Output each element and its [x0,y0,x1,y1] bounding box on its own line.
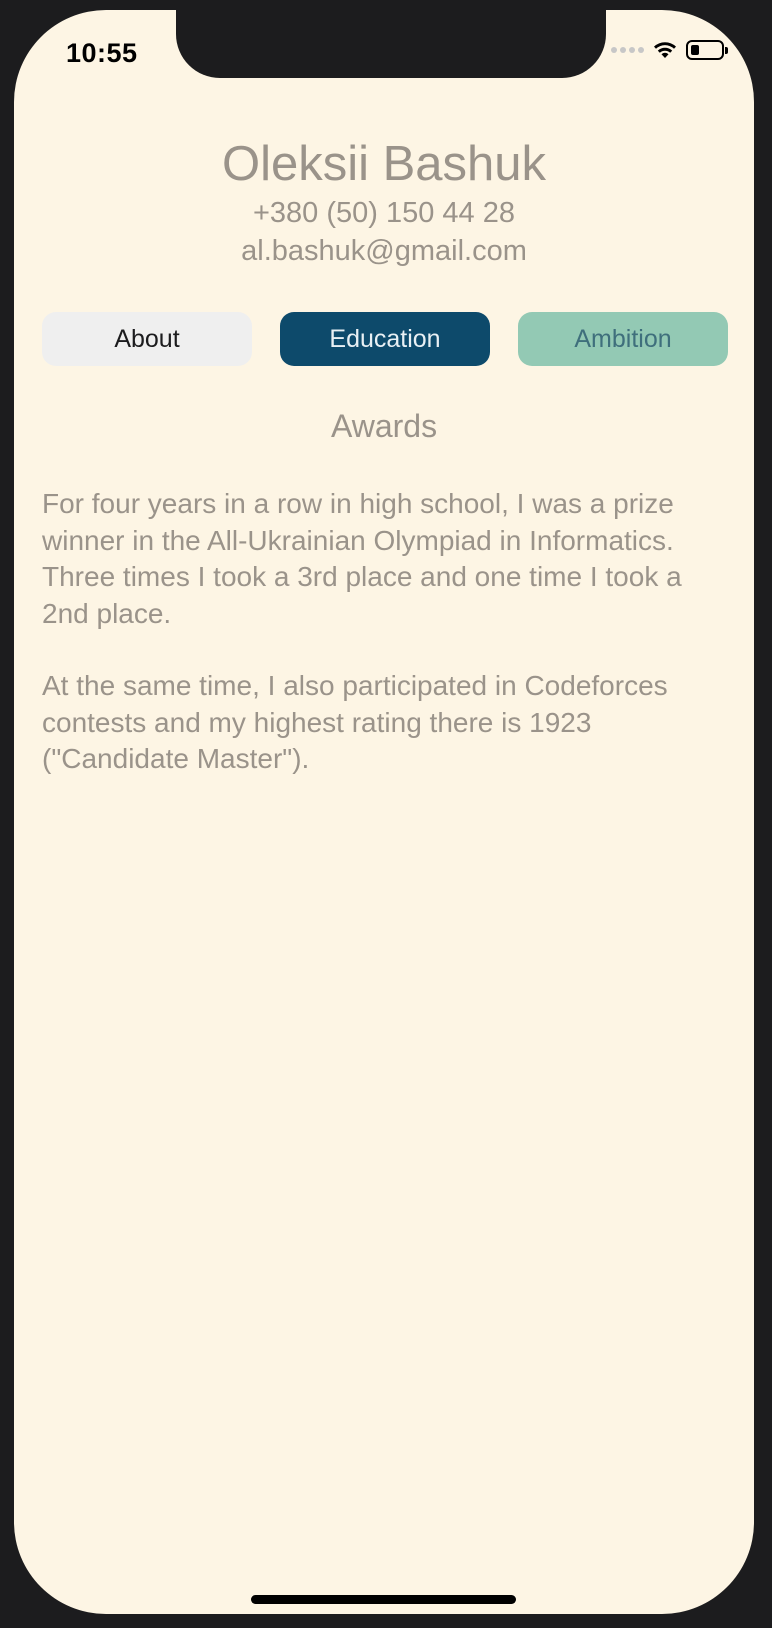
device-notch [176,10,606,78]
status-icons [611,40,728,60]
status-time: 10:55 [66,38,138,68]
phone-device: 10:55 Oleksii Bashuk +380 (50) 150 44 28… [0,0,772,1628]
section-content: For four years in a row in high school, … [42,486,722,814]
tab-education[interactable]: Education [280,312,490,366]
profile-email: al.bashuk@gmail.com [241,235,527,267]
tab-about[interactable]: About [42,312,252,366]
section-title: Awards [330,408,438,444]
content-paragraph: At the same time, I also participated in… [42,670,668,774]
profile-name: Oleksii Bashuk [221,137,547,191]
content-paragraph: For four years in a row in high school, … [42,488,682,629]
profile-header: Oleksii Bashuk +380 (50) 150 44 28 al.ba… [14,134,754,270]
battery-icon [686,40,728,60]
home-indicator[interactable] [251,1595,516,1604]
profile-phone: +380 (50) 150 44 28 [252,197,516,229]
app-screen: 10:55 Oleksii Bashuk +380 (50) 150 44 28… [14,10,754,1614]
segment-tabs: About Education Ambition [42,312,728,366]
signal-icon [611,47,644,53]
wifi-icon [654,42,676,58]
tab-ambition[interactable]: Ambition [518,312,728,366]
